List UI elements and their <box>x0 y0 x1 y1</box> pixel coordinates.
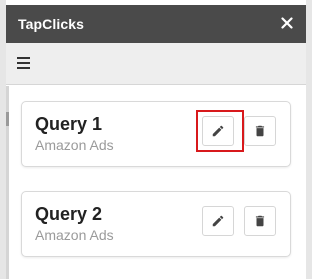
query-card[interactable]: Query 1 Amazon Ads <box>21 101 291 167</box>
close-icon <box>281 17 293 29</box>
app-title: TapClicks <box>18 16 84 32</box>
toolbar <box>6 43 306 85</box>
left-scroll-strip <box>6 86 9 279</box>
edit-query-button[interactable] <box>202 206 234 236</box>
query-card[interactable]: Query 2 Amazon Ads <box>21 191 291 257</box>
delete-query-button[interactable] <box>244 116 276 146</box>
delete-query-button[interactable] <box>244 206 276 236</box>
hamburger-menu-icon <box>17 57 30 59</box>
title-bar: TapClicks <box>6 5 306 43</box>
pencil-icon <box>212 215 224 227</box>
query-list-panel: Query 1 Amazon Ads Query 2 Amazon Ads <box>6 86 306 279</box>
hamburger-menu-button[interactable] <box>17 55 35 71</box>
left-scroll-thumb[interactable] <box>6 112 9 126</box>
edit-query-button[interactable] <box>202 116 234 146</box>
query-title: Query 1 <box>35 114 103 134</box>
trash-icon <box>255 215 265 227</box>
query-source: Amazon Ads <box>35 137 114 153</box>
trash-icon <box>255 125 265 137</box>
pencil-icon <box>212 125 224 137</box>
query-source: Amazon Ads <box>35 227 114 243</box>
close-button[interactable] <box>277 13 297 33</box>
query-title: Query 2 <box>35 204 103 224</box>
